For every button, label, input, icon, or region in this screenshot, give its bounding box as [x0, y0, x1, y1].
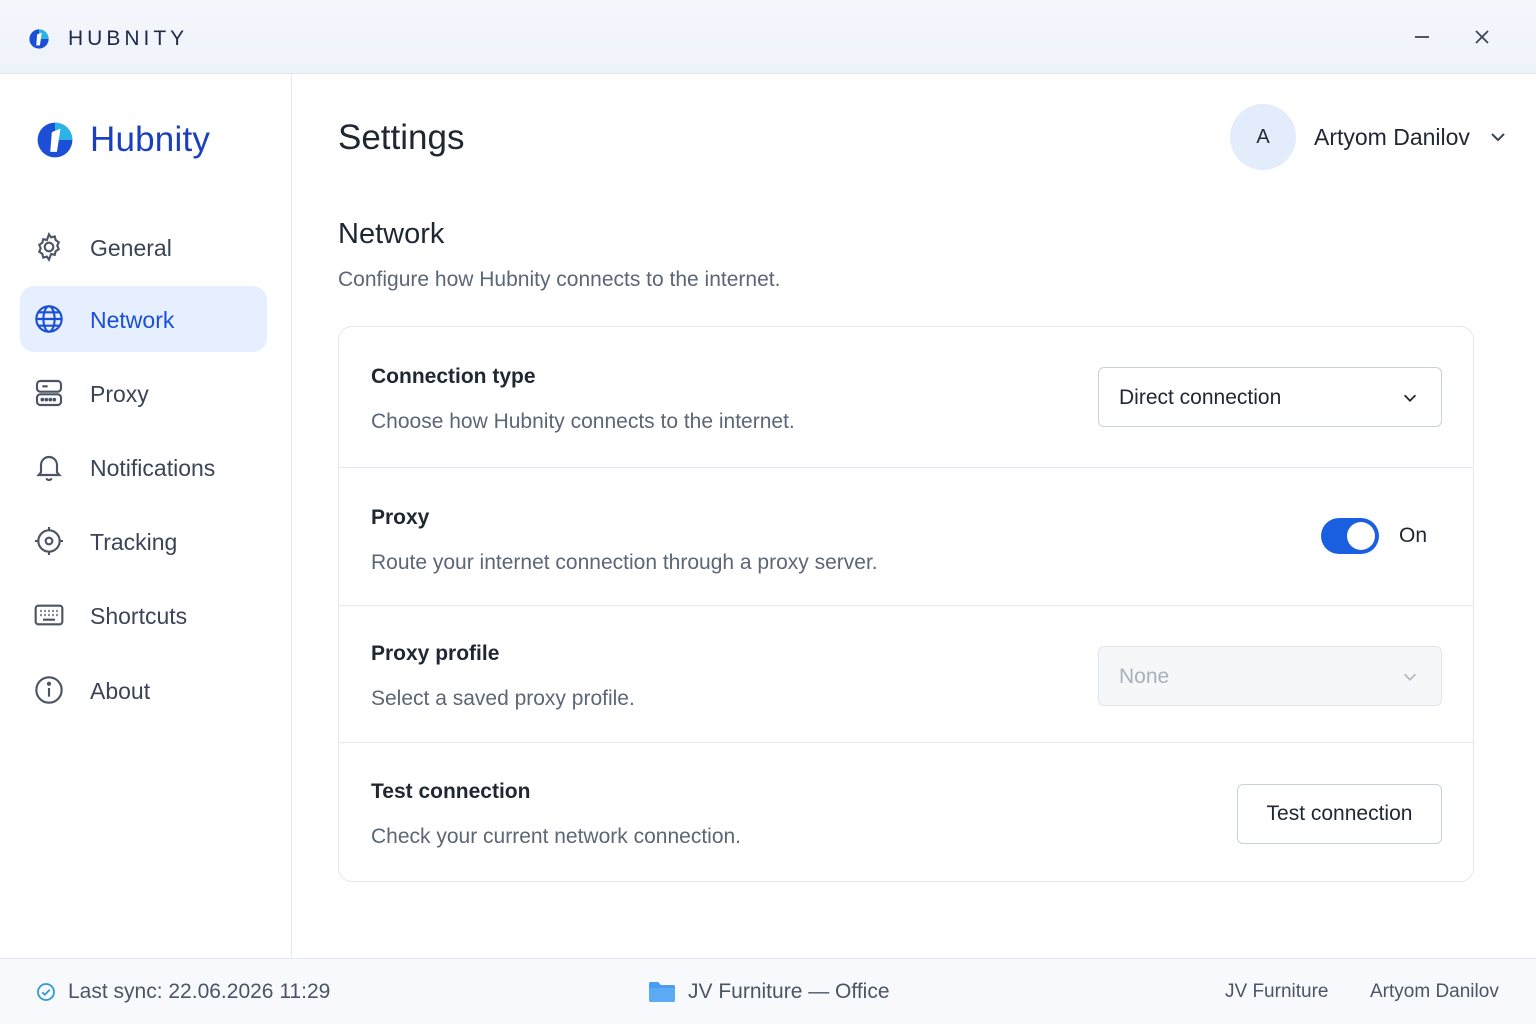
- sidebar-item-label: Shortcuts: [90, 603, 188, 629]
- title-bar: HUBNITY: [0, 0, 1536, 74]
- section-title: Network: [338, 218, 445, 250]
- sidebar-item-label: Notifications: [90, 455, 216, 481]
- check-circle-icon: [37, 983, 55, 1001]
- toggle-knob: [1347, 522, 1375, 550]
- row-title: Connection type: [371, 365, 536, 388]
- proxy-toggle[interactable]: [1321, 518, 1379, 554]
- brand: Hubnity: [36, 120, 210, 160]
- proxy-profile-row: Proxy profile Select a saved proxy profi…: [339, 605, 1473, 742]
- row-description: Choose how Hubnity connects to the inter…: [371, 410, 795, 433]
- gear-icon: [37, 232, 61, 262]
- status-user-name: Artyom Danilov: [1370, 981, 1499, 1002]
- sidebar-item-label: General: [90, 235, 172, 261]
- globe-icon: [35, 305, 63, 333]
- proxy-profile-select: None: [1098, 646, 1442, 706]
- section-description: Configure how Hubnity connects to the in…: [338, 268, 781, 291]
- sidebar: Hubnity General Network Proxy Notificati…: [0, 74, 292, 958]
- minimize-button[interactable]: [1405, 20, 1439, 54]
- sidebar-item-shortcuts[interactable]: Shortcuts: [20, 582, 267, 648]
- folder-icon: [649, 982, 675, 1002]
- network-settings-card: Connection type Choose how Hubnity conne…: [338, 326, 1474, 882]
- row-description: Select a saved proxy profile.: [371, 687, 635, 710]
- sidebar-item-label: Tracking: [90, 529, 178, 555]
- info-icon: [35, 676, 63, 704]
- sidebar-item-label: Proxy: [90, 381, 149, 407]
- connection-type-select[interactable]: Direct connection: [1098, 367, 1442, 427]
- row-description: Check your current network connection.: [371, 825, 742, 848]
- brand-name: Hubnity: [90, 120, 211, 159]
- sidebar-item-network[interactable]: Network: [20, 286, 267, 352]
- row-title: Test connection: [371, 780, 531, 803]
- sidebar-item-tracking[interactable]: Tracking: [20, 508, 267, 574]
- sidebar-item-notifications[interactable]: Notifications: [20, 434, 267, 500]
- keyboard-icon: [34, 604, 64, 626]
- minimize-icon: [1415, 36, 1429, 38]
- bell-icon: [36, 456, 62, 482]
- status-bar: Last sync: 22.06.2026 11:29 JV Furniture…: [0, 958, 1536, 1024]
- toggle-state-label: On: [1399, 524, 1428, 547]
- hubnity-logo-icon: [29, 29, 49, 49]
- workspace-indicator[interactable]: JV Furniture — Office: [648, 980, 890, 1004]
- sidebar-item-proxy[interactable]: Proxy: [20, 360, 267, 426]
- window-title: HUBNITY: [68, 27, 189, 50]
- chevron-down-icon: [1403, 673, 1417, 681]
- row-title: Proxy: [371, 506, 430, 529]
- sidebar-item-general[interactable]: General: [20, 214, 267, 280]
- sync-text: Last sync: 22.06.2026 11:29: [68, 980, 331, 1003]
- user-name: Artyom Danilov: [1314, 123, 1470, 150]
- sidebar-item-label: Network: [90, 307, 175, 333]
- hubnity-logo-icon: [37, 122, 73, 158]
- close-icon: [1475, 30, 1489, 44]
- page-title: Settings: [338, 118, 465, 157]
- close-button[interactable]: [1465, 20, 1499, 54]
- workspace-name: JV Furniture — Office: [688, 980, 890, 1003]
- main-content: Settings A Artyom Danilov Network Config…: [292, 74, 1536, 958]
- proxy-row: Proxy Route your internet connection thr…: [339, 467, 1473, 605]
- row-description: Route your internet connection through a…: [371, 551, 878, 574]
- sync-status: Last sync: 22.06.2026 11:29: [36, 980, 330, 1004]
- connection-type-row: Connection type Choose how Hubnity conne…: [339, 327, 1473, 467]
- select-value: None: [1119, 665, 1170, 688]
- sidebar-item-label: About: [90, 678, 151, 704]
- server-icon: [35, 379, 63, 407]
- crosshair-icon: [35, 527, 63, 555]
- sidebar-item-about[interactable]: About: [20, 657, 267, 723]
- row-title: Proxy profile: [371, 642, 500, 665]
- user-menu[interactable]: A Artyom Danilov: [1230, 104, 1508, 170]
- test-connection-button[interactable]: Test connection: [1237, 784, 1442, 844]
- chevron-down-icon: [1403, 394, 1417, 402]
- test-connection-row: Test connection Check your current netwo…: [339, 742, 1473, 881]
- app-window: HUBNITY Hubnity General Network Proxy No…: [0, 0, 1536, 1024]
- select-value: Direct connection: [1119, 386, 1282, 409]
- company-name: JV Furniture: [1225, 981, 1329, 1002]
- avatar: A: [1230, 104, 1296, 170]
- chevron-down-icon: [1491, 133, 1505, 142]
